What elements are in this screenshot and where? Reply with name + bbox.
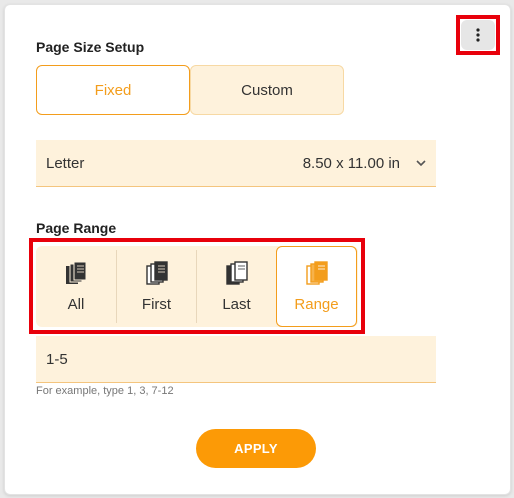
page-range-field[interactable] <box>36 336 436 383</box>
page-size-title: Page Size Setup <box>36 39 145 55</box>
paper-size-dimensions: 8.50 x 11.00 in <box>302 154 400 172</box>
more-options-highlight <box>456 15 500 55</box>
fixed-size-button[interactable]: Fixed <box>36 65 190 115</box>
fixed-size-label: Fixed <box>94 81 132 99</box>
paper-size-dropdown[interactable]: Letter 8.50 x 11.00 in <box>36 140 436 187</box>
apply-button[interactable]: APPLY <box>196 429 316 468</box>
chevron-down-icon <box>416 159 426 166</box>
custom-size-button[interactable]: Custom <box>190 65 344 115</box>
apply-label: APPLY <box>234 441 278 456</box>
page-range-highlight <box>29 238 365 334</box>
page-range-title: Page Range <box>36 220 117 236</box>
page-range-hint: For example, type 1, 3, 7-12 <box>36 385 174 397</box>
page-range-input[interactable] <box>44 349 428 369</box>
paper-size-name: Letter <box>46 154 85 172</box>
custom-size-label: Custom <box>241 81 293 99</box>
